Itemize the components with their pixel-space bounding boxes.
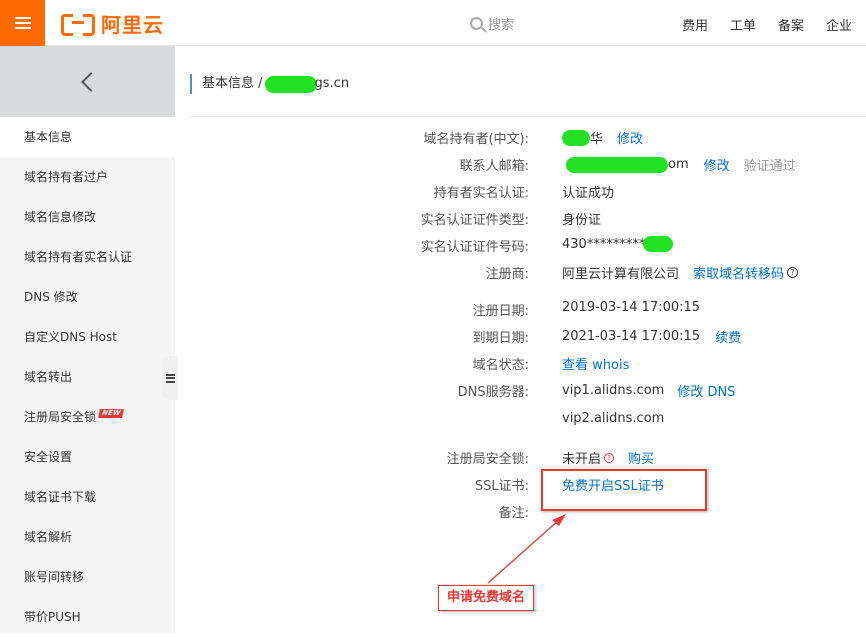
- idno-value: 430*********: [562, 236, 674, 252]
- idtype-label: 实名认证证件类型:: [420, 213, 529, 228]
- realname-value: 认证成功: [562, 186, 615, 201]
- email-verified-status: 验证通过: [743, 159, 796, 174]
- nav-enterprise[interactable]: 企业: [826, 15, 852, 34]
- owner-label: 域名持有者(中文):: [423, 132, 529, 147]
- hamburger-icon: [14, 17, 31, 19]
- sidebar-item-label: 注册局安全锁: [24, 410, 97, 424]
- help-icon[interactable]: ?: [787, 267, 799, 278]
- sidebar-item-info-modify[interactable]: 域名信息修改: [0, 197, 175, 237]
- collapse-menu-icon: [165, 373, 175, 383]
- ssl-label: SSL证书:: [474, 479, 529, 494]
- search-placeholder: 搜索: [488, 18, 515, 33]
- sidebar-item-cert-download[interactable]: 域名证书下载: [0, 477, 175, 517]
- sidebar-toggle[interactable]: [162, 356, 178, 400]
- logo[interactable]: 阿里云: [61, 10, 164, 37]
- registrar-value: 阿里云计算有限公司 索取域名转移码 ?: [562, 263, 799, 282]
- renew-link[interactable]: 续费: [715, 327, 741, 346]
- breadcrumb-prefix: 基本信息 /: [202, 76, 263, 91]
- redaction-mark: [562, 129, 590, 146]
- aliyun-logo-icon: [61, 12, 95, 36]
- warning-icon: ?: [604, 452, 615, 463]
- annotation-label: 申请免费域名: [438, 585, 534, 611]
- owner-value: 华 修改: [562, 128, 643, 147]
- idtype-value: 身份证: [562, 213, 602, 228]
- nav-icp[interactable]: 备案: [778, 15, 804, 34]
- expdate-label: 到期日期:: [472, 331, 529, 346]
- status-value: 查看 whois: [562, 354, 629, 373]
- sidebar: 基本信息 域名持有者过户 域名信息修改 域名持有者实名认证 DNS 修改 自定义…: [0, 46, 175, 633]
- dns-label: DNS服务器:: [457, 385, 529, 400]
- email-label: 联系人邮箱:: [459, 159, 529, 174]
- realname-label: 持有者实名认证:: [433, 186, 529, 201]
- sidebar-item-custom-dns-host[interactable]: 自定义DNS Host: [0, 317, 175, 357]
- sidebar-item-realname[interactable]: 域名持有者实名认证: [0, 237, 175, 277]
- note-label: 备注:: [498, 506, 529, 521]
- redaction-mark: [643, 236, 674, 252]
- sidebar-item-account-transfer[interactable]: 账号间转移: [0, 557, 175, 597]
- expdate-value: 2021-03-14 17:00:15 续费: [562, 327, 742, 346]
- top-nav: 费用 工单 备案 企业: [682, 15, 852, 34]
- divider: [190, 116, 866, 117]
- sidebar-item-security[interactable]: 安全设置: [0, 437, 175, 477]
- dns-value: vip1.alidns.com 修改 DNS: [562, 381, 736, 400]
- breadcrumb-domain: gs.cn: [314, 76, 350, 91]
- redaction-mark: [566, 156, 668, 173]
- redaction-mark: [264, 75, 317, 93]
- search[interactable]: 搜索: [470, 14, 514, 33]
- sidebar-item-basic-info[interactable]: 基本信息: [0, 117, 175, 157]
- email-modify-link[interactable]: 修改: [704, 155, 730, 174]
- chevron-left-icon: [80, 71, 101, 92]
- email-value: om 修改 验证通过: [562, 155, 796, 174]
- dns-modify-link[interactable]: 修改 DNS: [677, 381, 735, 400]
- whois-link[interactable]: 查看 whois: [562, 354, 629, 373]
- new-badge: NEW: [98, 409, 125, 418]
- breadcrumb: 基本信息 / gs.cn: [190, 74, 349, 94]
- lock-label: 注册局安全锁:: [446, 452, 529, 467]
- registrar-label: 注册商:: [485, 267, 529, 282]
- sidebar-item-transfer-out[interactable]: 域名转出: [0, 357, 175, 397]
- sidebar-item-owner-transfer[interactable]: 域名持有者过户: [0, 157, 175, 197]
- sidebar-item-registry-lock[interactable]: 注册局安全锁 NEW: [0, 397, 175, 437]
- nav-tickets[interactable]: 工单: [730, 15, 756, 34]
- menu-button[interactable]: [0, 0, 45, 46]
- status-label: 域名状态:: [472, 358, 529, 373]
- dns-server-2: vip2.alidns.com: [562, 411, 665, 426]
- owner-modify-link[interactable]: 修改: [617, 128, 643, 147]
- sidebar-item-dns-resolve[interactable]: 域名解析: [0, 517, 175, 557]
- regdate-label: 注册日期:: [472, 304, 529, 319]
- annotation-highlight-box: [541, 469, 707, 511]
- lock-value: 未开启 ? 购买: [562, 448, 654, 467]
- sidebar-item-dns-modify[interactable]: DNS 修改: [0, 277, 175, 317]
- idno-label: 实名认证证件号码:: [420, 240, 529, 255]
- transfer-code-link[interactable]: 索取域名转移码: [693, 263, 784, 282]
- regdate-value: 2019-03-14 17:00:15: [562, 300, 701, 315]
- logo-text: 阿里云: [101, 12, 164, 37]
- back-button[interactable]: [0, 46, 175, 117]
- top-bar: 阿里云 搜索 费用 工单 备案 企业: [0, 0, 866, 46]
- buy-lock-link[interactable]: 购买: [628, 448, 654, 467]
- search-icon: [470, 17, 483, 30]
- nav-billing[interactable]: 费用: [682, 15, 708, 34]
- sidebar-item-price-push[interactable]: 带价PUSH: [0, 597, 175, 637]
